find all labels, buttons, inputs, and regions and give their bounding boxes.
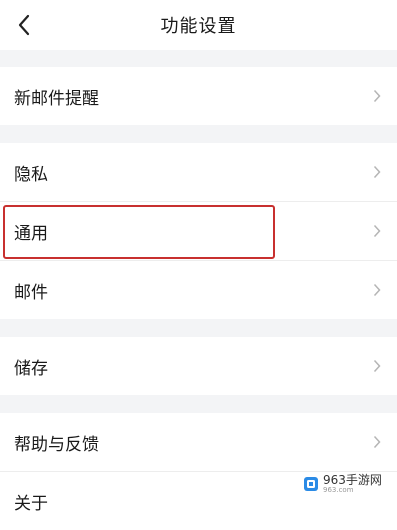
highlight-box (3, 205, 275, 259)
chevron-right-icon (373, 359, 383, 373)
row-label: 关于 (14, 493, 48, 514)
section-gap (0, 319, 397, 337)
watermark-subtext: 963.com (323, 486, 354, 494)
watermark-logo-icon (304, 477, 318, 491)
row-label: 新邮件提醒 (14, 88, 99, 109)
row-label: 邮件 (14, 282, 48, 303)
row-label: 储存 (14, 358, 48, 379)
chevron-left-icon (18, 14, 30, 36)
section-gap (0, 125, 397, 143)
settings-row-general[interactable]: 通用 (0, 202, 397, 260)
section-gap (0, 395, 397, 413)
chevron-right-icon (373, 89, 383, 103)
watermark-text: 963手游网 (323, 473, 382, 487)
row-label: 隐私 (14, 164, 48, 185)
settings-group: 隐私 通用 邮件 (0, 143, 397, 319)
section-gap (0, 50, 397, 67)
page-title: 功能设置 (160, 16, 237, 37)
chevron-right-icon (373, 283, 383, 297)
settings-row-storage[interactable]: 储存 (0, 337, 397, 395)
settings-row-mail[interactable]: 邮件 (0, 261, 397, 319)
app-header: 功能设置 (0, 0, 397, 50)
settings-group: 储存 (0, 337, 397, 395)
row-label: 帮助与反馈 (14, 434, 99, 455)
settings-row-help-feedback[interactable]: 帮助与反馈 (0, 413, 397, 471)
settings-group: 新邮件提醒 (0, 67, 397, 125)
chevron-right-icon (373, 224, 383, 238)
chevron-right-icon (373, 165, 383, 179)
back-button[interactable] (10, 9, 38, 41)
watermark: 963手游网 963.com (303, 472, 391, 496)
chevron-right-icon (373, 435, 383, 449)
settings-row-privacy[interactable]: 隐私 (0, 143, 397, 201)
settings-row-new-mail-alert[interactable]: 新邮件提醒 (0, 67, 397, 125)
